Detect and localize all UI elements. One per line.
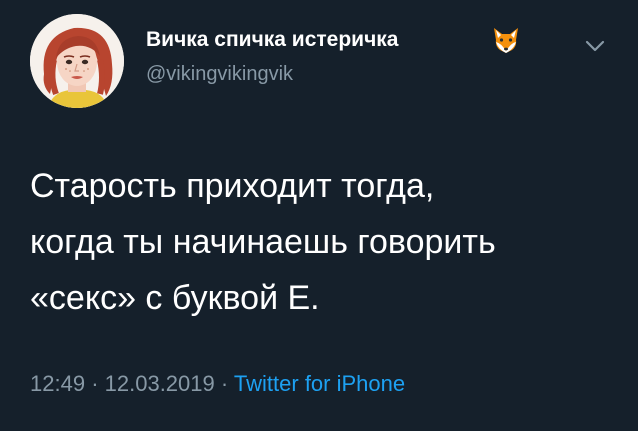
fox-face-icon [494, 28, 518, 53]
tweet-meta: 12:49 · 12.03.2019 · Twitter for iPhone [30, 371, 405, 397]
meta-separator: · [220, 371, 229, 396]
tweet-text-line: «секс» с буквой Е. [30, 279, 320, 317]
meta-separator: · [91, 371, 99, 396]
avatar[interactable] [30, 14, 124, 108]
tweet-text: Старость приходит тогда, когда ты начина… [30, 158, 620, 326]
tweet-text-line: Старость приходит тогда, [30, 167, 435, 205]
tweet-time[interactable]: 12:49 [30, 371, 85, 396]
tweet-source-link[interactable]: Twitter for iPhone [234, 371, 405, 396]
chevron-down-icon[interactable] [582, 35, 608, 57]
avatar-illustration [30, 14, 124, 108]
tweet-date[interactable]: 12.03.2019 [105, 371, 215, 396]
tweet-text-line: когда ты начинаешь говорить [30, 223, 496, 261]
username[interactable]: @vikingvikingvik [146, 63, 293, 86]
tweet-card: Вичка спичка истеричка @vikingvikingvik … [0, 0, 638, 431]
display-name[interactable]: Вичка спичка истеричка [146, 28, 398, 52]
